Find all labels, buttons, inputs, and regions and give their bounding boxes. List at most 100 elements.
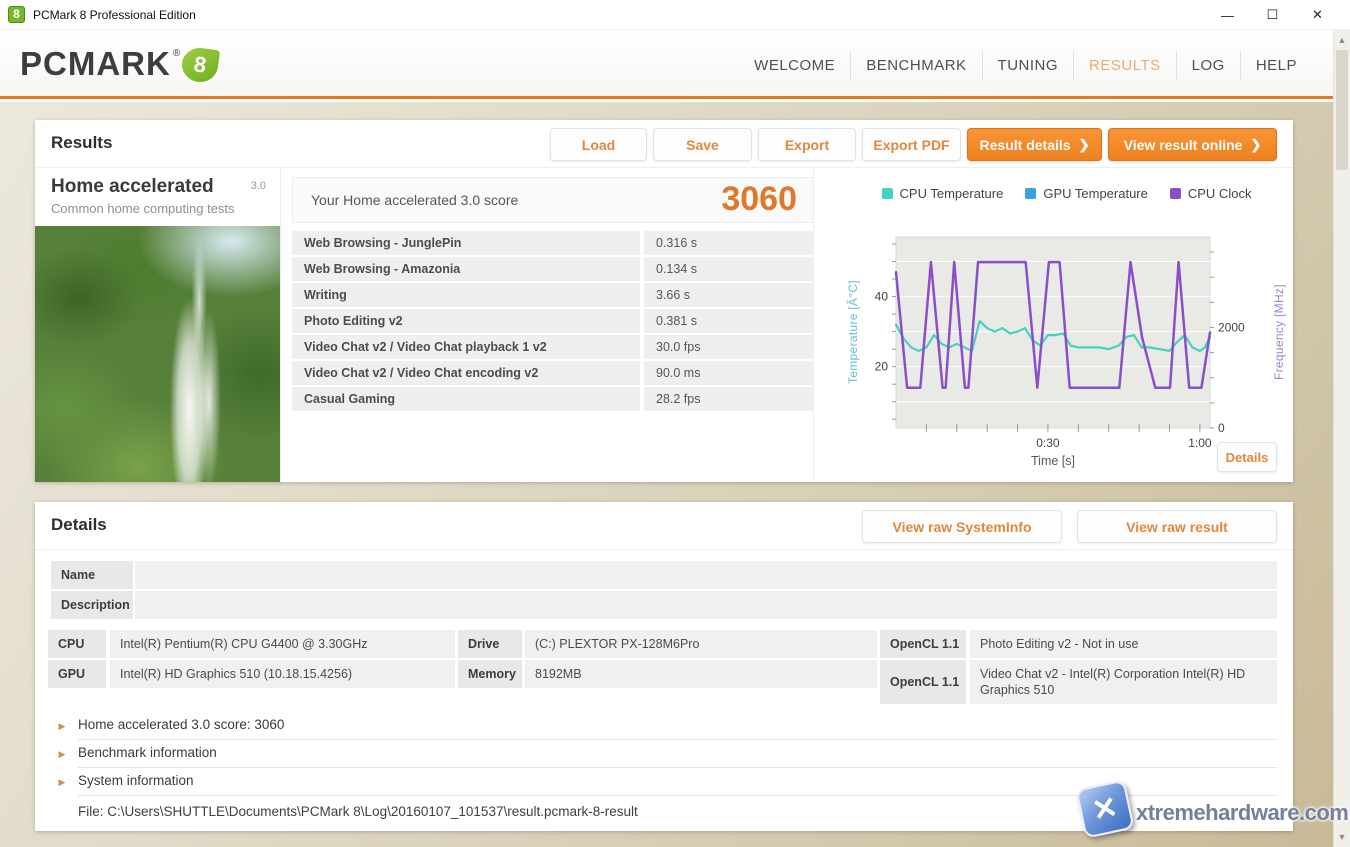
test-name: Home accelerated [51, 176, 214, 198]
result-details-button[interactable]: Result details ❯ [967, 128, 1102, 161]
export-pdf-button[interactable]: Export PDF [862, 128, 961, 161]
legend-item: GPU Temperature [1025, 186, 1148, 201]
accordion-label: Benchmark information [78, 745, 217, 760]
nav-item[interactable]: HELP [1240, 51, 1312, 80]
metric-row: Casual Gaming 28.2 fps [292, 387, 814, 411]
expander-arrow-icon: ▶ [55, 719, 69, 733]
memory-label: Memory [458, 660, 522, 688]
score-value: 3060 [721, 180, 797, 219]
watermark-text: xtremehardware.com [1136, 800, 1348, 826]
metric-value: 90.0 ms [644, 361, 814, 385]
expander-arrow-icon: ▶ [55, 775, 69, 789]
accordion-label: System information [78, 773, 194, 788]
legend-swatch [1025, 188, 1036, 199]
legend-label: CPU Clock [1188, 186, 1252, 201]
drive-value: (C:) PLEXTOR PX-128M6Pro [525, 630, 877, 658]
svg-text:0: 0 [1218, 421, 1225, 435]
cpu-label: CPU [48, 630, 106, 658]
opencl-1-value: Photo Editing v2 - Not in use [970, 630, 1277, 658]
scroll-down-arrow-icon[interactable]: ▼ [1334, 829, 1350, 845]
test-summary-column: Home accelerated 3.0 Common home computi… [35, 168, 281, 482]
description-field-label: Description [51, 591, 133, 619]
title-bar: 8 PCMark 8 Professional Edition — ☐ ✕ [0, 0, 1350, 30]
memory-value: 8192MB [525, 660, 877, 688]
legend-item: CPU Clock [1170, 186, 1252, 201]
view-result-online-button[interactable]: View result online ❯ [1108, 128, 1277, 161]
metric-value: 0.316 s [644, 231, 814, 255]
close-button[interactable]: ✕ [1295, 0, 1340, 30]
nav-item[interactable]: TUNING [982, 51, 1074, 80]
right-axis-label: Frequency [MHz] [1272, 237, 1286, 428]
metric-label: Video Chat v2 / Video Chat encoding v2 [292, 361, 640, 385]
test-subtitle: Common home computing tests [51, 201, 235, 216]
chevron-right-icon: ❯ [1250, 137, 1261, 153]
view-result-online-label: View result online [1124, 137, 1243, 153]
legend-label: CPU Temperature [900, 186, 1004, 201]
nav-item[interactable]: LOG [1176, 51, 1240, 80]
logo-leaf-icon: 8 [180, 46, 220, 85]
app-header: PCMARK ® 8 WELCOMEBENCHMARKTUNINGRESULTS… [0, 30, 1350, 99]
score-card: Your Home accelerated 3.0 score 3060 [292, 177, 814, 223]
metric-value: 3.66 s [644, 283, 814, 307]
legend-label: GPU Temperature [1043, 186, 1148, 201]
nav-item[interactable]: WELCOME [739, 51, 850, 80]
details-title: Details [51, 515, 107, 535]
scroll-up-arrow-icon[interactable]: ▲ [1334, 32, 1350, 48]
score-column: Your Home accelerated 3.0 score 3060 Web… [292, 168, 814, 482]
main-nav: WELCOMEBENCHMARKTUNINGRESULTSLOGHELP [739, 48, 1312, 82]
view-raw-result-button[interactable]: View raw result [1077, 510, 1277, 543]
nav-item[interactable]: BENCHMARK [850, 51, 981, 80]
metric-label: Casual Gaming [292, 387, 640, 411]
drive-label: Drive [458, 630, 522, 658]
minimize-button[interactable]: — [1205, 0, 1250, 30]
results-header: Results Load Save Export Export PDF Resu… [35, 120, 1293, 168]
svg-text:0:30: 0:30 [1036, 436, 1060, 450]
metric-row: Video Chat v2 / Video Chat playback 1 v2… [292, 335, 814, 359]
legend-item: CPU Temperature [882, 186, 1004, 201]
name-field-label: Name [51, 561, 133, 589]
metric-value: 0.134 s [644, 257, 814, 281]
result-file-path: File: C:\Users\SHUTTLE\Documents\PCMark … [78, 804, 638, 819]
chevron-right-icon: ❯ [1079, 137, 1090, 153]
metric-value: 28.2 fps [644, 387, 814, 411]
metric-row: Web Browsing - JunglePin 0.316 s [292, 231, 814, 255]
scrollbar-thumb[interactable] [1336, 50, 1348, 170]
metric-value: 0.381 s [644, 309, 814, 333]
metrics-table: Web Browsing - JunglePin 0.316 s Web Bro… [292, 231, 814, 413]
svg-text:Time [s]: Time [s] [1031, 454, 1075, 468]
metric-label: Web Browsing - JunglePin [292, 231, 640, 255]
save-button[interactable]: Save [653, 128, 752, 161]
logo-text: PCMARK [20, 46, 171, 82]
maximize-button[interactable]: ☐ [1250, 0, 1295, 30]
view-raw-systeminfo-button[interactable]: View raw SystemInfo [862, 510, 1062, 543]
monitoring-chart: 2040020000:301:00Time [s] [852, 231, 1254, 471]
svg-text:2000: 2000 [1218, 320, 1245, 334]
gpu-value: Intel(R) HD Graphics 510 (10.18.15.4256) [110, 660, 455, 688]
app-icon: 8 [8, 6, 25, 23]
window-title: PCMark 8 Professional Edition [33, 8, 196, 22]
watermark-x-icon: ✕ [1075, 779, 1134, 838]
opencl-2-label: OpenCL 1.1 [880, 660, 966, 704]
accordion-row[interactable]: ▶ Benchmark information [35, 740, 1293, 768]
expander-arrow-icon: ▶ [55, 747, 69, 761]
nav-item[interactable]: RESULTS [1073, 51, 1176, 80]
chart-details-button[interactable]: Details [1217, 442, 1277, 472]
vertical-scrollbar[interactable]: ▲ ▼ [1333, 30, 1350, 847]
accordion-label: Home accelerated 3.0 score: 3060 [78, 717, 284, 732]
export-button[interactable]: Export [758, 128, 856, 161]
opencl-2-value: Video Chat v2 - Intel(R) Corporation Int… [970, 660, 1277, 704]
test-version: 3.0 [251, 180, 266, 192]
results-panel: Results Load Save Export Export PDF Resu… [35, 120, 1293, 482]
metric-row: Video Chat v2 / Video Chat encoding v2 9… [292, 361, 814, 385]
xtremehardware-watermark: ✕ xtremehardware.com [1072, 778, 1322, 844]
result-details-label: Result details [980, 137, 1071, 153]
metric-row: Web Browsing - Amazonia 0.134 s [292, 257, 814, 281]
metric-label: Writing [292, 283, 640, 307]
test-thumbnail-image [35, 226, 280, 482]
metric-label: Photo Editing v2 [292, 309, 640, 333]
pcmark-logo: PCMARK ® 8 [20, 46, 218, 82]
opencl-1-label: OpenCL 1.1 [880, 630, 966, 658]
accordion-row[interactable]: ▶ Home accelerated 3.0 score: 3060 [35, 712, 1293, 740]
results-title: Results [51, 133, 112, 153]
load-button[interactable]: Load [550, 128, 647, 161]
